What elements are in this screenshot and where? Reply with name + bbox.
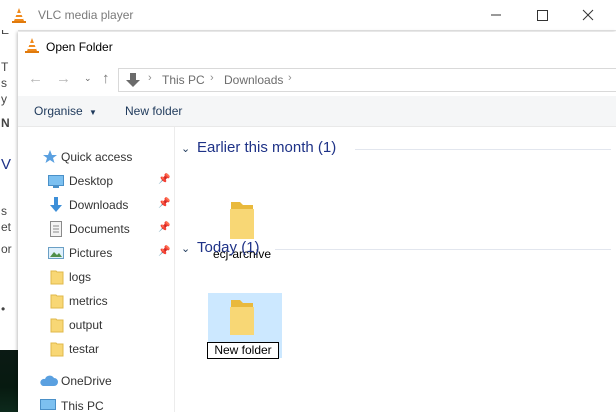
star-icon bbox=[43, 150, 57, 163]
nav-item-quick-access[interactable]: Quick access bbox=[18, 147, 174, 167]
pin-icon: 📌 bbox=[158, 198, 171, 209]
nav-item-output[interactable]: output bbox=[18, 315, 174, 335]
minimize-button[interactable] bbox=[473, 0, 519, 30]
minimize-icon bbox=[491, 14, 501, 16]
vlc-text: et bbox=[1, 220, 12, 234]
group-divider bbox=[275, 249, 611, 250]
maximize-icon bbox=[537, 10, 548, 21]
folder-icon bbox=[50, 294, 64, 309]
vlc-text: V bbox=[1, 156, 12, 173]
vlc-cone-icon bbox=[25, 38, 39, 53]
vlc-text: or bbox=[1, 242, 12, 256]
nav-item-downloads[interactable]: Downloads 📌 bbox=[18, 195, 174, 215]
desktop-icon bbox=[48, 175, 64, 188]
vlc-text: T bbox=[1, 60, 9, 74]
breadcrumb-this-pc[interactable]: This PC bbox=[162, 73, 205, 87]
vlc-text: E bbox=[1, 30, 10, 37]
nav-item-label: Documents bbox=[69, 222, 130, 236]
pin-icon: 📌 bbox=[158, 222, 171, 233]
folder-icon bbox=[50, 318, 64, 333]
nav-item-label: Quick access bbox=[61, 150, 133, 164]
nav-item-desktop[interactable]: Desktop 📌 bbox=[18, 171, 174, 191]
nav-item-label: Downloads bbox=[69, 198, 129, 212]
up-arrow-icon[interactable]: ↑ bbox=[102, 70, 110, 87]
pictures-icon bbox=[48, 247, 64, 259]
folder-icon bbox=[50, 270, 64, 285]
nav-item-pictures[interactable]: Pictures 📌 bbox=[18, 243, 174, 263]
breadcrumb-separator-icon: › bbox=[210, 72, 214, 84]
vlc-text: s bbox=[1, 76, 7, 90]
close-button[interactable] bbox=[565, 0, 611, 30]
nav-item-this-pc[interactable]: This PC bbox=[18, 395, 174, 412]
breadcrumb-downloads[interactable]: Downloads bbox=[224, 73, 283, 87]
vlc-cone-icon bbox=[12, 8, 26, 23]
folder-icon bbox=[230, 202, 254, 239]
organise-button[interactable]: Organise ▼ bbox=[34, 104, 97, 118]
nav-item-label: This PC bbox=[61, 399, 104, 412]
open-folder-dialog: Open Folder ← → ⌄ ↑ › This PC › Download… bbox=[18, 32, 616, 412]
new-folder-button[interactable]: New folder bbox=[125, 104, 182, 118]
chevron-down-icon: ⌄ bbox=[181, 143, 191, 155]
dialog-title: Open Folder bbox=[46, 40, 113, 54]
breadcrumb-separator-icon: › bbox=[288, 72, 292, 84]
vlc-text: s bbox=[1, 204, 7, 218]
command-bar: Organise ▼ New folder bbox=[18, 96, 616, 127]
forward-arrow-icon[interactable]: → bbox=[56, 70, 71, 87]
computer-icon bbox=[40, 399, 56, 410]
dropdown-arrow-icon: ▼ bbox=[89, 108, 97, 117]
group-divider bbox=[355, 149, 611, 150]
nav-item-testar[interactable]: testar bbox=[18, 339, 174, 359]
nav-item-label: metrics bbox=[69, 294, 108, 308]
rename-input[interactable]: New folder bbox=[207, 342, 279, 359]
nav-item-label: Pictures bbox=[69, 246, 113, 260]
address-bar[interactable]: › This PC › Downloads › bbox=[118, 68, 616, 92]
breadcrumb-separator-icon: › bbox=[148, 72, 152, 84]
folder-icon bbox=[50, 342, 64, 357]
nav-item-onedrive[interactable]: OneDrive bbox=[18, 371, 174, 391]
nav-item-label: OneDrive bbox=[61, 374, 112, 388]
group-title: Earlier this month (1) bbox=[197, 139, 337, 156]
nav-item-documents[interactable]: Documents 📌 bbox=[18, 219, 174, 239]
nav-item-label: Desktop bbox=[69, 174, 114, 188]
nav-item-label: logs bbox=[69, 270, 92, 284]
folder-icon bbox=[230, 300, 254, 335]
nav-item-logs[interactable]: logs bbox=[18, 267, 174, 287]
address-row: ← → ⌄ ↑ › This PC › Downloads › bbox=[18, 64, 616, 94]
recent-locations-chevron-icon[interactable]: ⌄ bbox=[84, 73, 92, 84]
cloud-icon bbox=[40, 375, 58, 386]
vlc-text: N bbox=[1, 116, 10, 130]
vlc-titlebar[interactable]: VLC media player bbox=[0, 0, 616, 31]
maximize-button[interactable] bbox=[519, 0, 565, 30]
downloads-icon bbox=[50, 197, 62, 212]
close-icon bbox=[582, 9, 594, 21]
pin-icon: 📌 bbox=[158, 246, 171, 257]
folder-tile-new-folder[interactable]: New folder bbox=[207, 293, 282, 359]
vlc-window-title: VLC media player bbox=[38, 8, 134, 22]
nav-item-metrics[interactable]: metrics bbox=[18, 291, 174, 311]
vlc-text: y bbox=[1, 92, 7, 106]
documents-icon bbox=[50, 221, 62, 237]
chevron-down-icon: ⌄ bbox=[181, 243, 191, 255]
downloads-location-icon bbox=[126, 73, 140, 87]
nav-item-label: testar bbox=[69, 342, 100, 356]
nav-item-label: output bbox=[69, 318, 103, 332]
navigation-pane: Quick access Desktop 📌 Downloads 📌 Docum… bbox=[18, 127, 175, 412]
group-title: Today (1) bbox=[197, 239, 260, 256]
organise-label: Organise bbox=[34, 104, 83, 118]
file-list: ⌄ Earlier this month (1) ecj-archive ⌄ T… bbox=[175, 127, 616, 412]
back-arrow-icon[interactable]: ← bbox=[28, 70, 43, 87]
vlc-text: • bbox=[1, 302, 6, 316]
vlc-video-area bbox=[0, 350, 18, 412]
pin-icon: 📌 bbox=[158, 174, 171, 185]
